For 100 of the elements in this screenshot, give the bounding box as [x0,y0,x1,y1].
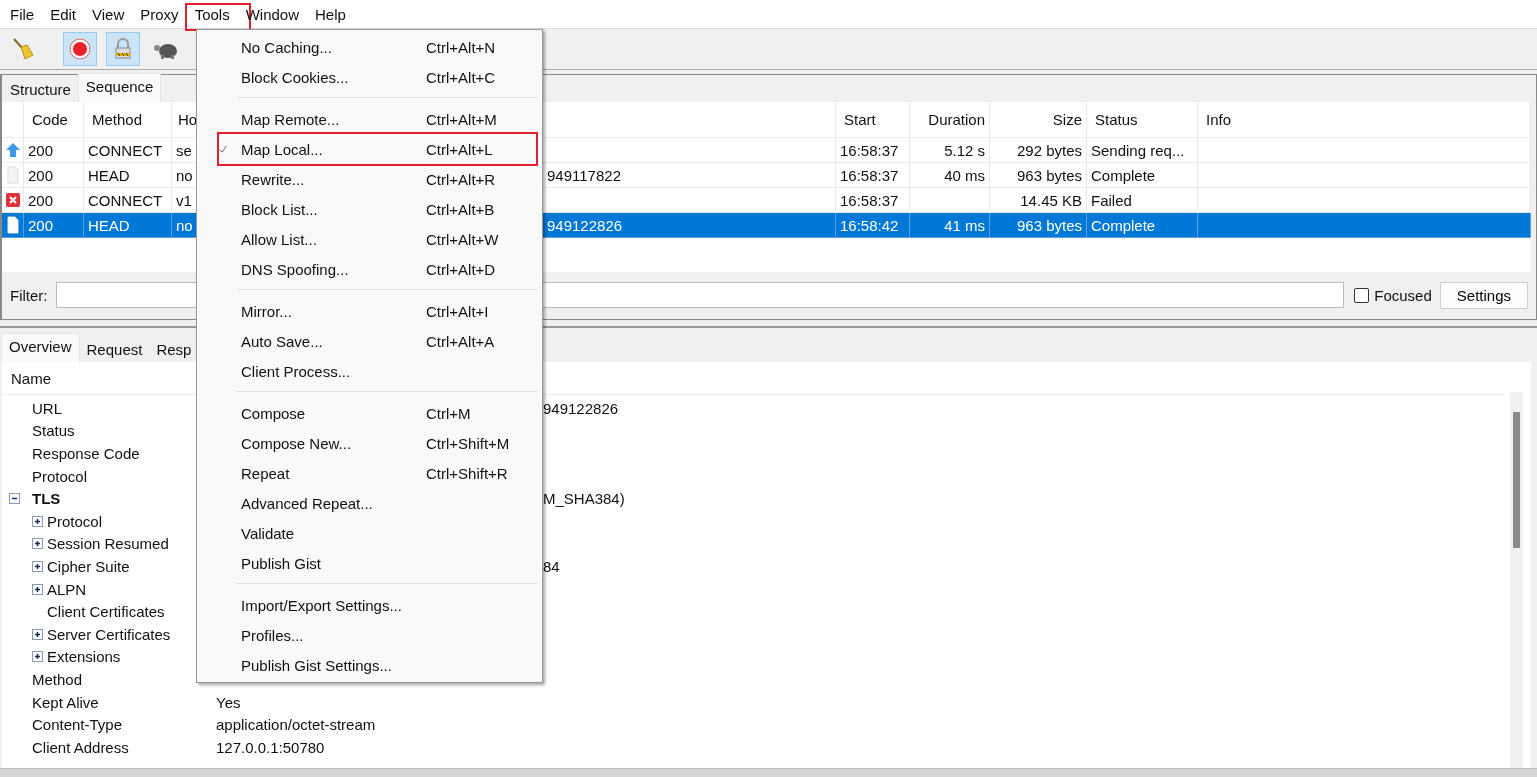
field-value: 84 [543,557,560,575]
shortcut-label: Ctrl+Alt+N [426,38,496,56]
column-header[interactable]: Code [24,102,84,138]
menu-item[interactable]: Publish Gist Settings... [197,650,542,680]
menu-item-label: DNS Spoofing... [241,260,350,278]
field-name: TLS [32,490,61,508]
up-arrow-icon [4,142,21,158]
table-cell: 200 [28,166,54,184]
column-header[interactable]: Status [1087,102,1198,138]
menu-item-label: Block Cookies... [241,68,350,86]
tab[interactable]: Overview [1,333,80,362]
tab[interactable]: Sequence [77,73,162,102]
menu-item[interactable]: Map Remote... Ctrl+Alt+M [197,104,542,134]
menu-item[interactable]: View [84,1,133,27]
field-value: M_SHA384) [543,490,625,508]
table-cell: 200 [28,216,54,234]
expand-icon[interactable] [32,628,43,640]
expand-icon[interactable] [32,515,43,527]
menu-item[interactable]: Tools [186,1,238,27]
table-cell: no [176,166,193,184]
table-cell: 16:58:42 [840,216,899,234]
field-name: URL [32,399,62,417]
table-cell: 200 [28,191,54,209]
collapse-icon[interactable] [9,493,20,505]
shortcut-label: Ctrl+Alt+A [426,332,495,350]
field-name: Kept Alive [32,693,99,711]
expand-icon[interactable] [32,560,43,572]
shortcut-label: Ctrl+Alt+I [426,302,489,320]
table-cell: 963 bytes [1016,216,1082,234]
menu-item-label: Repeat [241,464,291,482]
shortcut-label: Ctrl+Shift+M [426,434,510,452]
field-name: Client Address [32,738,129,756]
field-value: Yes [216,693,241,711]
table-cell: 40 ms [944,166,985,184]
menu-item[interactable]: Client Process... [197,356,542,386]
table-cell: 16:58:37 [840,166,899,184]
focused-checkbox[interactable]: Focused [1354,286,1432,304]
menu-item-label: Rewrite... [241,170,306,188]
menu-item-label: Publish Gist Settings... [241,656,393,674]
shortcut-label: Ctrl+Alt+D [426,260,496,278]
table-cell: 949117822 [547,166,621,184]
menu-item-label: Client Process... [241,362,352,380]
table-cell: Complete [1091,166,1156,184]
menu-item[interactable]: Advanced Repeat... [197,488,542,518]
menu-item[interactable]: Proxy [132,1,187,27]
table-cell: CONNECT [88,141,163,159]
menu-item-label: Compose New... [241,434,353,452]
menu-item[interactable]: Validate [197,518,542,548]
menu-item[interactable]: Compose Ctrl+M [197,398,542,428]
menu-item[interactable]: Profiles... [197,620,542,650]
table-cell: 14.45 KB [1020,191,1082,209]
settings-button[interactable]: Settings [1439,281,1528,309]
table-cell: 5.12 s [944,141,985,159]
menu-item[interactable]: Repeat Ctrl+Shift+R [197,458,542,488]
column-header[interactable]: Start [836,102,910,138]
menu-item[interactable]: File [2,1,43,27]
broom-icon [11,37,35,61]
table-cell: 16:58:37 [840,141,899,159]
column-header[interactable]: Size [990,102,1087,138]
record-icon [68,37,92,61]
shortcut-label: Ctrl+Alt+M [426,110,497,128]
menu-item[interactable]: Block Cookies... Ctrl+Alt+C [197,62,542,92]
table-cell: HEAD [88,166,130,184]
menu-item-label: Publish Gist [241,554,323,572]
menu-item-label: No Caching... [241,38,333,56]
table-cell: v1 [176,191,192,209]
column-header[interactable]: Info [1198,102,1531,138]
column-header[interactable]: Method [84,102,172,138]
menu-item[interactable]: Publish Gist [197,548,542,578]
menu-item-label: Validate [241,524,296,542]
menu-item[interactable]: Edit [42,1,85,27]
menu-item[interactable]: Help [307,1,354,27]
table-cell: no [176,216,193,234]
toolbar-button[interactable] [63,32,97,66]
scrollbar[interactable] [1510,392,1523,768]
table-cell: 949122826 [547,216,623,234]
shortcut-label: Ctrl+M [426,404,471,422]
menu-item-label: Compose [241,404,307,422]
menu-item[interactable]: No Caching... Ctrl+Alt+N [197,32,542,62]
filter-label: Filter: [10,286,48,304]
expand-icon[interactable] [32,583,43,595]
menu-item[interactable]: Import/Export Settings... [197,590,542,620]
field-name: Response Code [32,445,140,462]
menu-item[interactable]: DNS Spoofing... Ctrl+Alt+D [197,254,542,284]
menu-item[interactable]: Compose New... Ctrl+Shift+M [197,428,542,458]
menu-item-label: Map Remote... [241,110,341,128]
field-name: Server Certificates [47,625,171,643]
expand-icon[interactable] [32,538,43,550]
table-cell: Sending req... [1091,141,1185,159]
menu-item-label: Auto Save... [241,332,324,350]
field-value: 949122826 [543,399,619,417]
column-header[interactable]: Duration [910,102,990,138]
menu-item-label: Advanced Repeat... [241,494,374,512]
expand-icon[interactable] [32,651,43,663]
table-cell: 16:58:37 [840,191,899,209]
scrollbar-thumb[interactable] [1513,412,1520,548]
menu-item-label: Import/Export Settings... [241,596,403,614]
field-name: Protocol [32,467,88,485]
menu-item[interactable]: Auto Save... Ctrl+Alt+A [197,326,542,356]
menu-item[interactable]: Mirror... Ctrl+Alt+I [197,296,542,326]
